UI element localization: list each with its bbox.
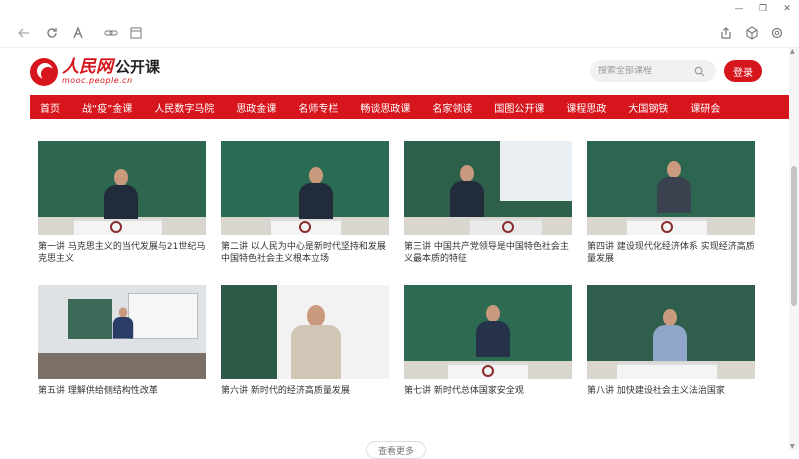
course-thumbnail[interactable] <box>221 285 389 379</box>
course-thumbnail[interactable] <box>38 285 206 379</box>
course-title[interactable]: 第五讲 理解供给侧结构性改革 <box>38 385 206 397</box>
nav-item-reading[interactable]: 名家领读 <box>432 100 472 115</box>
close-button[interactable]: ✕ <box>775 0 799 18</box>
share-icon[interactable] <box>718 25 734 41</box>
logo-url: mooc.people.cn <box>62 76 133 85</box>
reader-mode-icon[interactable] <box>128 25 144 41</box>
nav-item-library[interactable]: 国图公开课 <box>494 100 544 115</box>
logo-product: 公开课 <box>115 58 161 76</box>
course-title[interactable]: 第四讲 建设现代化经济体系 实现经济高质量发展 <box>587 241 755 265</box>
course-card[interactable]: 第四讲 建设现代化经济体系 实现经济高质量发展 <box>587 141 755 265</box>
main-nav: 首页 战“疫”金课 人民数字马院 思政金课 名师专栏 畅谈思政课 名家领读 国图… <box>30 95 790 119</box>
course-card[interactable]: 第一讲 马克思主义的当代发展与21世纪马克思主义 <box>38 141 206 265</box>
course-title[interactable]: 第三讲 中国共产党领导是中国特色社会主义最本质的特征 <box>404 241 572 265</box>
view-more-label: 查看更多 <box>377 446 414 457</box>
course-title[interactable]: 第七讲 新时代总体国家安全观 <box>404 385 572 397</box>
course-title[interactable]: 第二讲 以人民为中心是新时代坚持和发展中国特色社会主义根本立场 <box>221 241 389 265</box>
course-title[interactable]: 第八讲 加快建设社会主义法治国家 <box>587 385 755 397</box>
search-icon[interactable] <box>694 66 705 77</box>
nav-item-teachers[interactable]: 名师专栏 <box>298 100 338 115</box>
page-scrollbar[interactable]: ▲ ▼ <box>789 48 799 450</box>
font-size-icon[interactable] <box>70 25 86 41</box>
course-title[interactable]: 第一讲 马克思主义的当代发展与21世纪马克思主义 <box>38 241 206 265</box>
refresh-icon[interactable] <box>44 25 60 41</box>
course-thumbnail[interactable] <box>221 141 389 235</box>
login-button[interactable]: 登录 <box>724 60 762 82</box>
course-thumbnail[interactable] <box>38 141 206 235</box>
view-more-button[interactable]: 查看更多 <box>366 441 426 459</box>
nav-item-ideology[interactable]: 思政金课 <box>236 100 276 115</box>
nav-item-steel[interactable]: 大国钢铁 <box>628 100 668 115</box>
scroll-down-arrow-icon[interactable]: ▼ <box>790 443 795 450</box>
cube-icon[interactable] <box>744 25 760 41</box>
course-card[interactable]: 第七讲 新时代总体国家安全观 <box>404 285 572 397</box>
course-thumbnail[interactable] <box>404 285 572 379</box>
scroll-up-arrow-icon[interactable]: ▲ <box>790 48 795 55</box>
nav-item-discussion[interactable]: 畅谈思政课 <box>360 100 410 115</box>
course-thumbnail[interactable] <box>587 141 755 235</box>
nav-item-digital-marxism[interactable]: 人民数字马院 <box>154 100 214 115</box>
site-logo[interactable]: 人民网 公开课 mooc.people.cn <box>30 58 160 86</box>
minimize-button[interactable]: — <box>727 0 751 18</box>
back-arrow-icon[interactable] <box>16 25 32 41</box>
search-box <box>590 60 716 82</box>
link-icon[interactable] <box>103 25 119 41</box>
search-input[interactable] <box>598 66 694 76</box>
course-card[interactable]: 第六讲 新时代的经济高质量发展 <box>221 285 389 397</box>
logo-emblem-icon <box>30 58 58 86</box>
nav-item-zhanyi[interactable]: 战“疫”金课 <box>82 100 132 115</box>
course-card[interactable]: 第二讲 以人民为中心是新时代坚持和发展中国特色社会主义根本立场 <box>221 141 389 265</box>
course-card[interactable]: 第五讲 理解供给侧结构性改革 <box>38 285 206 397</box>
scroll-thumb[interactable] <box>791 166 797 306</box>
course-title[interactable]: 第六讲 新时代的经济高质量发展 <box>221 385 389 397</box>
course-card[interactable]: 第八讲 加快建设社会主义法治国家 <box>587 285 755 397</box>
restore-button[interactable]: ❐ <box>751 0 775 18</box>
course-thumbnail[interactable] <box>404 141 572 235</box>
course-thumbnail[interactable] <box>587 285 755 379</box>
browser-toolbar <box>0 18 799 48</box>
nav-item-seminar[interactable]: 课研会 <box>690 100 720 115</box>
nav-item-home[interactable]: 首页 <box>40 100 60 115</box>
logo-brand: 人民网 <box>62 57 113 77</box>
window-controls: — ❐ ✕ <box>727 0 799 18</box>
settings-icon[interactable] <box>769 25 785 41</box>
course-card[interactable]: 第三讲 中国共产党领导是中国特色社会主义最本质的特征 <box>404 141 572 265</box>
nav-item-course-ideology[interactable]: 课程思政 <box>566 100 606 115</box>
